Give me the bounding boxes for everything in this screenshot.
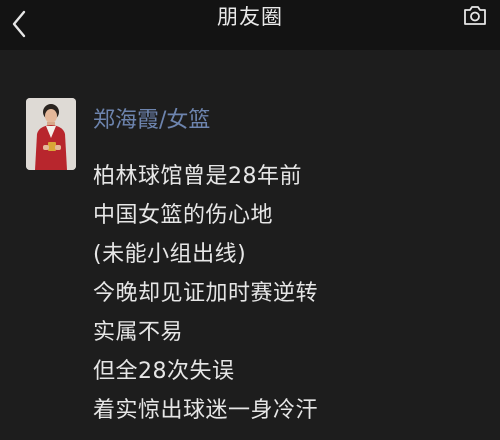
user-photo-icon	[26, 98, 76, 170]
post-text-line: 着实惊出球迷一身冷汗	[93, 398, 319, 423]
post-text-line: 今晚却见证加时赛逆转	[93, 281, 319, 306]
camera-button[interactable]	[462, 2, 488, 28]
post-text-line: 中国女篮的伤心地	[93, 203, 274, 228]
page-title: 朋友圈	[217, 5, 283, 29]
post-text-line: 但全28次失误	[93, 359, 235, 384]
post-text-line: (未能小组出线)	[93, 242, 247, 267]
post-author-name[interactable]: 郑海霞/女篮	[93, 107, 210, 135]
avatar[interactable]	[26, 98, 76, 170]
nav-bar: 朋友圈	[0, 0, 500, 50]
post-text: 柏林球馆曾是28年前 中国女篮的伤心地 (未能小组出线) 今晚却见证加时赛逆转 …	[93, 157, 493, 430]
post-text-line: 实属不易	[93, 320, 184, 345]
moments-feed: 郑海霞/女篮 柏林球馆曾是28年前 中国女篮的伤心地 (未能小组出线) 今晚却见…	[0, 50, 500, 440]
post-text-line: 柏林球馆曾是28年前	[93, 164, 302, 189]
moments-screen: 朋友圈 郑海霞/女篮 柏林球馆曾是28年前 中国女篮的伤心地 (未能小组出线) …	[0, 0, 500, 440]
camera-icon	[464, 6, 486, 25]
